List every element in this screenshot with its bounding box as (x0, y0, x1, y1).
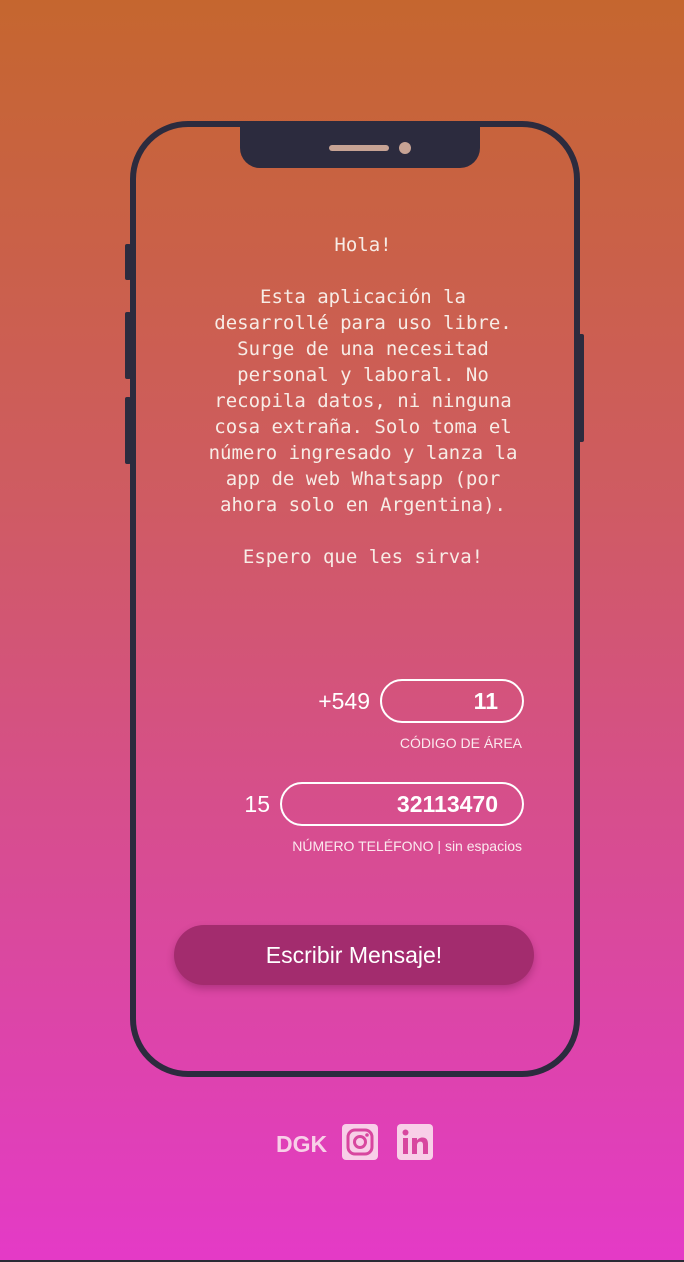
linkedin-icon[interactable] (397, 1124, 433, 1160)
front-camera (399, 142, 411, 154)
phone-power-button (578, 334, 584, 442)
description-line: desarrollé para uso libre. (214, 312, 512, 334)
description-line: ahora solo en Argentina). (220, 494, 506, 516)
speaker-grille (329, 145, 389, 151)
description-line: personal y laboral. No (237, 364, 489, 386)
phone-number-input[interactable] (280, 782, 524, 826)
area-code-input[interactable] (380, 679, 524, 723)
mobile-prefix: 15 (244, 791, 270, 817)
country-code-prefix: +549 (318, 688, 370, 714)
description-line: cosa extraña. Solo toma el (214, 416, 512, 438)
brand-logo-text: DGK (276, 1131, 328, 1157)
phone-notch (240, 125, 480, 168)
description-line: Surge de una necesitad (237, 338, 489, 360)
instagram-icon[interactable] (342, 1124, 378, 1160)
description-line: recopila datos, ni ninguna (214, 390, 512, 412)
write-message-button[interactable]: Escribir Mensaje! (174, 925, 534, 985)
phone-mute-button (125, 244, 131, 280)
phone-volume-down-button (125, 397, 131, 464)
description-line: app de web Whatsapp (por (225, 468, 501, 490)
description-line: número ingresado y lanza la (208, 442, 518, 464)
greeting-text: Hola! (334, 234, 392, 256)
intro-message: Hola! Esta aplicación la desarrollé para… (190, 232, 536, 570)
area-code-hint: CÓDIGO DE ÁREA (399, 735, 522, 751)
description-line: Esta aplicación la (260, 286, 466, 308)
closing-text: Espero que les sirva! (242, 546, 484, 568)
phone-volume-up-button (125, 312, 131, 379)
phone-number-hint: NÚMERO TELÉFONO | sin espacios (292, 838, 522, 854)
